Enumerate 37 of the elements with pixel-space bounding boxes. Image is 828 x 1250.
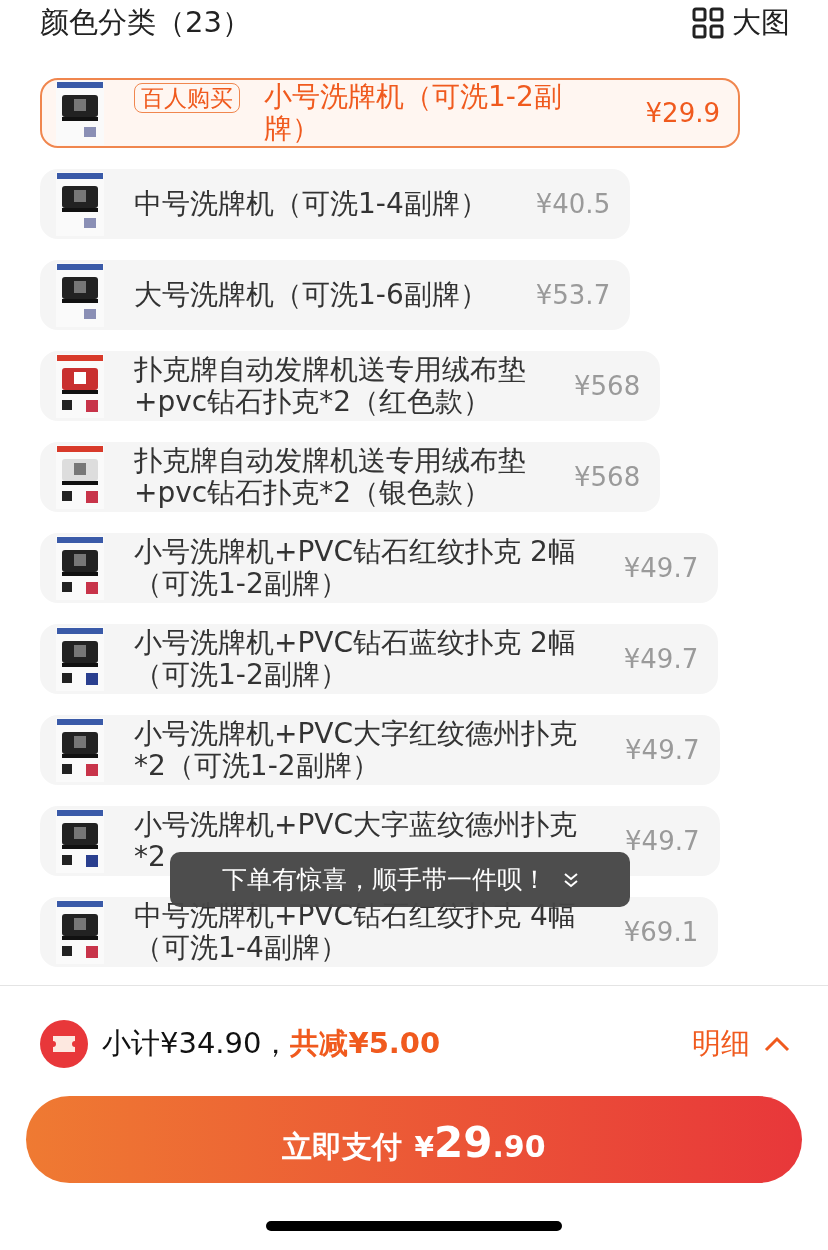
option-price: ¥69.1 [622,917,699,947]
option-name: 扑克牌自动发牌机送专用绒布垫 +pvc钻石扑克*2（红色款） [134,354,526,418]
double-chevron-down-icon [562,870,579,889]
option-name: 中号洗牌机（可洗1-4副牌） [134,188,488,220]
option-price: ¥568 [573,371,641,401]
option-item[interactable]: 扑克牌自动发牌机送专用绒布垫 +pvc钻石扑克*2（银色款） ¥568 [40,442,661,512]
coupon-icon [40,1020,88,1068]
option-name: 扑克牌自动发牌机送专用绒布垫 +pvc钻石扑克*2（银色款） [134,445,526,509]
option-price: ¥53.7 [534,280,611,310]
badge: 百人购买 [134,83,240,113]
option-name: 大号洗牌机（可洗1-6副牌） [134,279,488,311]
option-price: ¥49.7 [624,735,700,765]
option-name: 小号洗牌机（可洗1-2副 牌） [264,81,562,145]
option-item[interactable]: 小号洗牌机+PVC钻石蓝纹扑克 2幅 （可洗1-2副牌） ¥49.7 [40,624,719,694]
option-name: 小号洗牌机+PVC大字红纹德州扑克 *2（可洗1-2副牌） [134,718,578,782]
subtotal-text: 小计¥34.90， [102,1025,291,1062]
option-item[interactable]: 大号洗牌机（可洗1-6副牌） ¥53.7 [40,260,631,330]
option-item[interactable]: 中号洗牌机（可洗1-4副牌） ¥40.5 [40,169,631,239]
large-view-toggle[interactable]: 大图 [692,2,790,43]
option-item[interactable]: 中号洗牌机+PVC钻石红纹扑克 4幅 （可洗1-4副牌） ¥69.1 [40,897,719,967]
option-price: ¥49.7 [624,826,700,856]
grid-icon [692,6,724,39]
option-price: ¥29.9 [644,98,720,128]
chevron-up-icon [764,1036,790,1052]
discount-text: 共减¥5.00 [290,1025,441,1062]
option-item[interactable]: 小号洗牌机+PVC大字红纹德州扑克 *2（可洗1-2副牌） ¥49.7 [40,715,720,785]
option-price: ¥49.7 [622,644,699,674]
option-name: 小号洗牌机+PVC钻石蓝纹扑克 2幅 （可洗1-2副牌） [134,627,576,691]
option-item[interactable]: 小号洗牌机+PVC钻石红纹扑克 2幅 （可洗1-2副牌） ¥49.7 [40,533,719,603]
option-item[interactable]: 扑克牌自动发牌机送专用绒布垫 +pvc钻石扑克*2（红色款） ¥568 [40,351,661,421]
option-name: 小号洗牌机+PVC钻石红纹扑克 2幅 （可洗1-2副牌） [134,536,576,600]
option-price: ¥40.5 [534,189,611,219]
option-price: ¥568 [573,462,641,492]
option-price: ¥49.7 [622,553,699,583]
pay-now-button[interactable]: 立即支付 ¥29.90 [26,1096,802,1183]
section-title: 颜色分类（23） [40,3,251,41]
option-name: 中号洗牌机+PVC钻石红纹扑克 4幅 （可洗1-4副牌） [134,900,576,964]
